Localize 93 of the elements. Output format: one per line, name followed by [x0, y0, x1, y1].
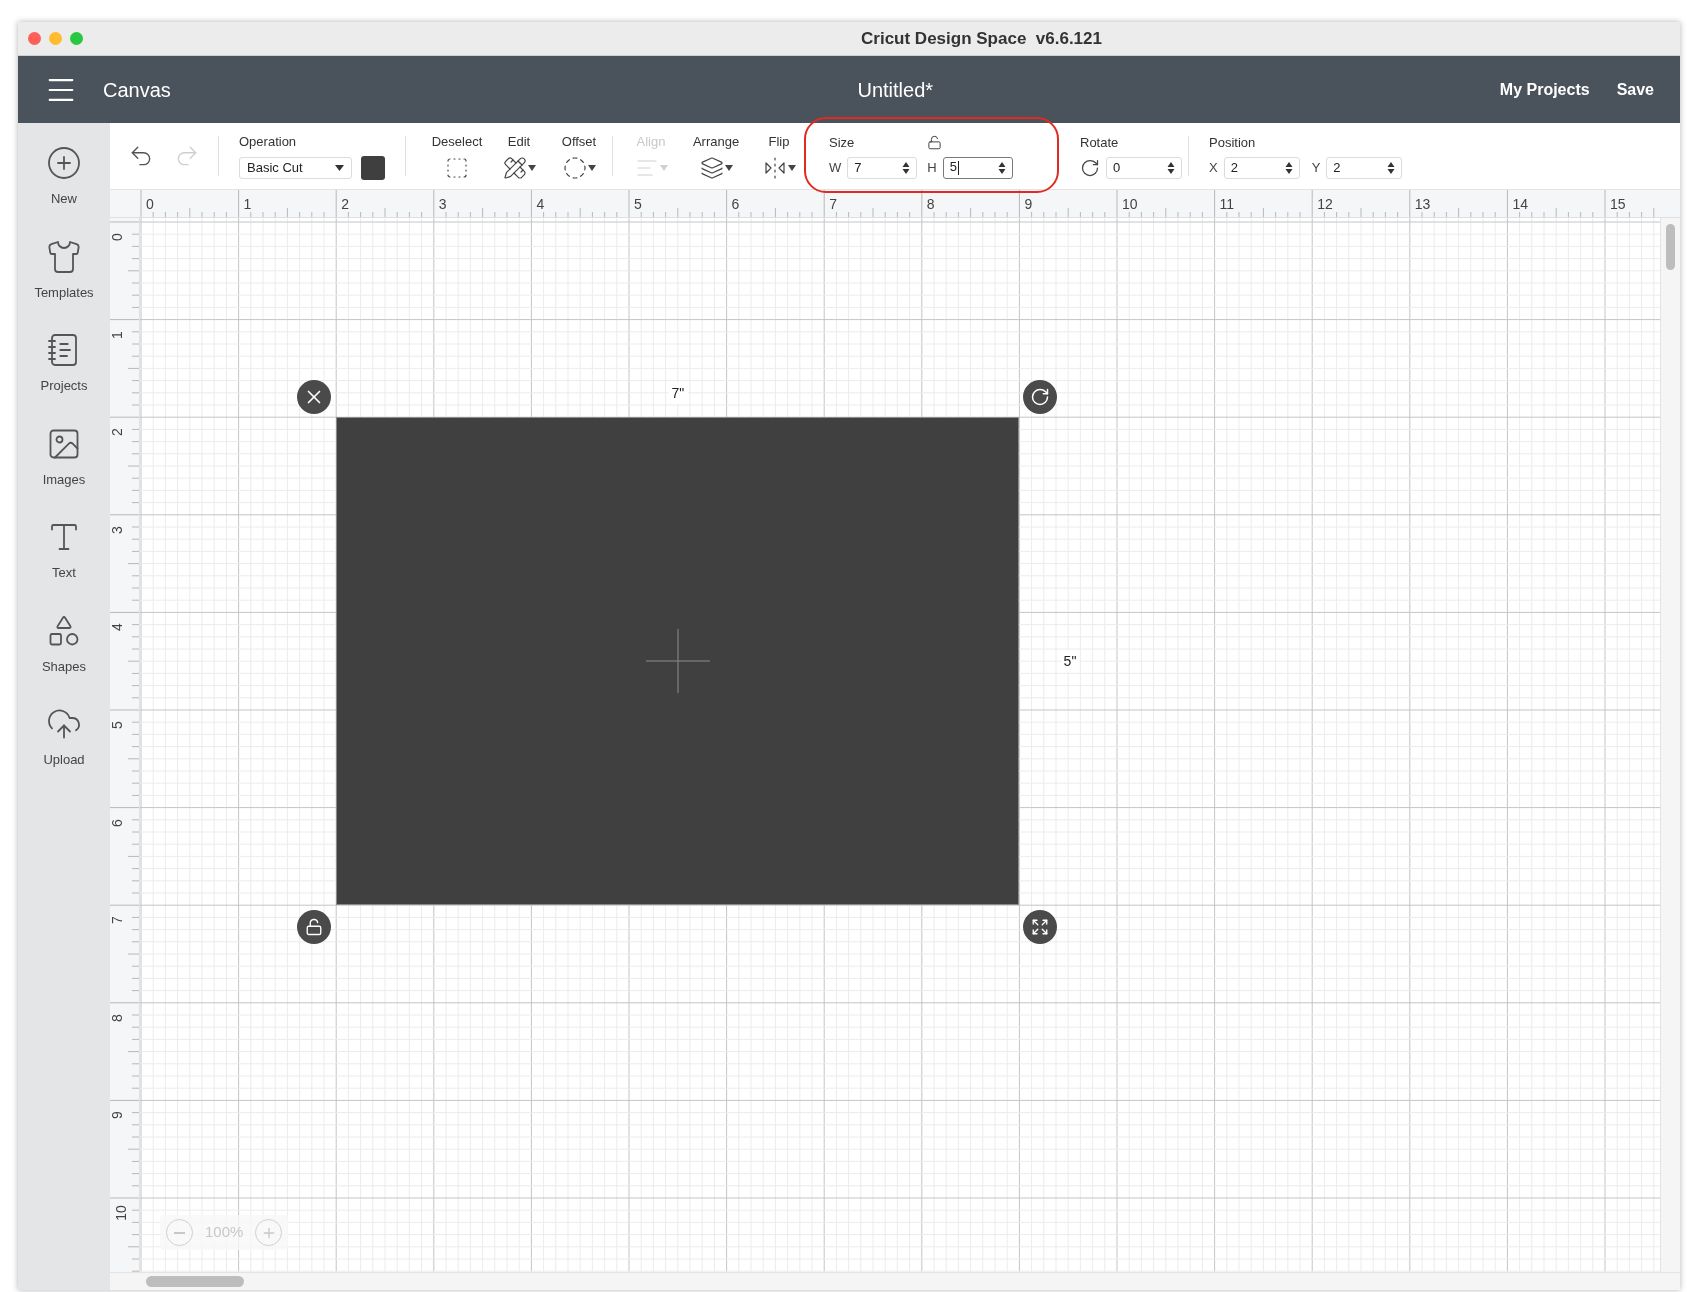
plus-circle-icon [46, 145, 82, 181]
expand-icon [1031, 918, 1050, 937]
caret-icon [335, 164, 344, 171]
number-field[interactable]: 5 [942, 156, 1013, 179]
sidebar-item[interactable]: Shapes [22, 612, 106, 676]
stepper-icon[interactable] [902, 160, 911, 175]
stepper-icon[interactable] [997, 160, 1006, 175]
ruler-number: 7 [829, 197, 837, 211]
ruler-number: 3 [110, 525, 124, 534]
rotate-icon [1030, 387, 1051, 408]
ruler-number: 15 [1610, 197, 1626, 211]
rotate-icon [1080, 157, 1100, 178]
header-link[interactable]: My Projects [1499, 77, 1590, 102]
sidebar-item[interactable]: New [22, 145, 106, 209]
stepper-icon[interactable] [1387, 160, 1396, 175]
sidebar-item[interactable]: Upload [22, 706, 106, 770]
header-link[interactable]: Save [1616, 77, 1654, 102]
delete-handle[interactable] [297, 380, 332, 415]
ruler-number: 6 [731, 197, 740, 211]
ruler-number: 9 [1024, 197, 1033, 211]
caret-icon [527, 164, 536, 171]
rotate-handle[interactable] [1023, 380, 1058, 415]
ruler-number: 4 [110, 623, 124, 632]
dashed-circle-icon [562, 155, 587, 180]
caret-icon [659, 164, 668, 171]
section-title: Canvas [103, 77, 171, 103]
flip-icon [762, 155, 787, 180]
axis-label: H [927, 159, 937, 177]
ruler-number: 12 [1317, 197, 1333, 211]
caret-icon [787, 164, 796, 171]
stepper-icon[interactable] [1167, 160, 1175, 175]
minus-icon [174, 1231, 185, 1234]
ruler-number: 9 [110, 1111, 124, 1120]
rotate-label: Rotate [1080, 134, 1120, 153]
sidebar-item[interactable]: Text [22, 519, 106, 583]
ruler-number: 7 [110, 916, 124, 925]
ruler-number: 14 [1512, 197, 1528, 211]
toolbar-button[interactable]: Offset [546, 132, 612, 180]
lock-handle[interactable] [297, 910, 332, 945]
number-field[interactable]: 7 [847, 156, 918, 179]
shirt-icon [46, 238, 82, 275]
ruler-number: 8 [110, 1013, 124, 1022]
sidebar-item[interactable]: Images [22, 425, 106, 489]
axis-label: W [829, 159, 842, 177]
toolbar-button[interactable]: Arrange [681, 132, 751, 180]
window-title: Cricut Design Space v6.6.121 [861, 27, 1102, 50]
unlocked-icon[interactable] [927, 135, 942, 151]
toolbar-button[interactable]: Flip [751, 132, 807, 180]
caret-icon [587, 164, 596, 171]
number-field[interactable]: 2 [1326, 156, 1403, 179]
sidebar-item[interactable]: Templates [22, 238, 106, 302]
crosshair-icon [645, 629, 710, 694]
width-label: 7" [668, 383, 688, 405]
size-label: Size [829, 134, 855, 153]
number-field[interactable]: 0 [1106, 156, 1182, 179]
ruler-number: 5 [634, 197, 642, 211]
pencil-ruler-icon [502, 155, 527, 180]
ruler-number: 2 [110, 428, 124, 437]
position-label: Position [1209, 134, 1257, 153]
close-window-icon[interactable] [28, 32, 41, 45]
color-swatch[interactable] [361, 155, 385, 180]
toolbar-button[interactable]: Edit [492, 132, 546, 180]
ruler-number: 3 [438, 197, 447, 211]
ruler-number: 8 [926, 197, 935, 211]
ruler-number: 1 [110, 330, 124, 339]
number-field[interactable]: 2 [1223, 156, 1300, 179]
document-title: Untitled* [857, 77, 934, 103]
vertical-scrollbar[interactable] [1666, 224, 1675, 270]
height-label: 5" [1060, 650, 1080, 672]
layers-icon [699, 155, 724, 180]
caret-icon [724, 164, 733, 171]
ruler-number: 6 [110, 818, 124, 827]
unlocked-icon [305, 918, 324, 937]
ruler-number: 10 [113, 1205, 128, 1221]
operation-label: Operation [239, 133, 298, 152]
ruler-number: 0 [110, 233, 124, 241]
sidebar-item[interactable]: Projects [22, 332, 106, 396]
axis-label: Y [1311, 159, 1321, 177]
ruler-number: 1 [243, 197, 252, 211]
ruler-number: 4 [536, 197, 545, 211]
ruler-number: 2 [341, 197, 349, 211]
ruler-number: 13 [1414, 197, 1431, 211]
horizontal-scrollbar[interactable] [146, 1276, 244, 1287]
ruler-number: 5 [110, 721, 124, 729]
toolbar-button[interactable]: Deselect [422, 132, 492, 180]
ruler-number: 11 [1219, 197, 1235, 211]
ruler-number: 0 [146, 197, 154, 211]
dashed-square-icon [445, 155, 469, 180]
stepper-icon[interactable] [1284, 160, 1293, 175]
resize-handle[interactable] [1023, 910, 1058, 945]
ruler-number: 10 [1122, 197, 1138, 211]
axis-label: X [1209, 159, 1218, 177]
operation-select[interactable]: Basic Cut [239, 156, 352, 179]
